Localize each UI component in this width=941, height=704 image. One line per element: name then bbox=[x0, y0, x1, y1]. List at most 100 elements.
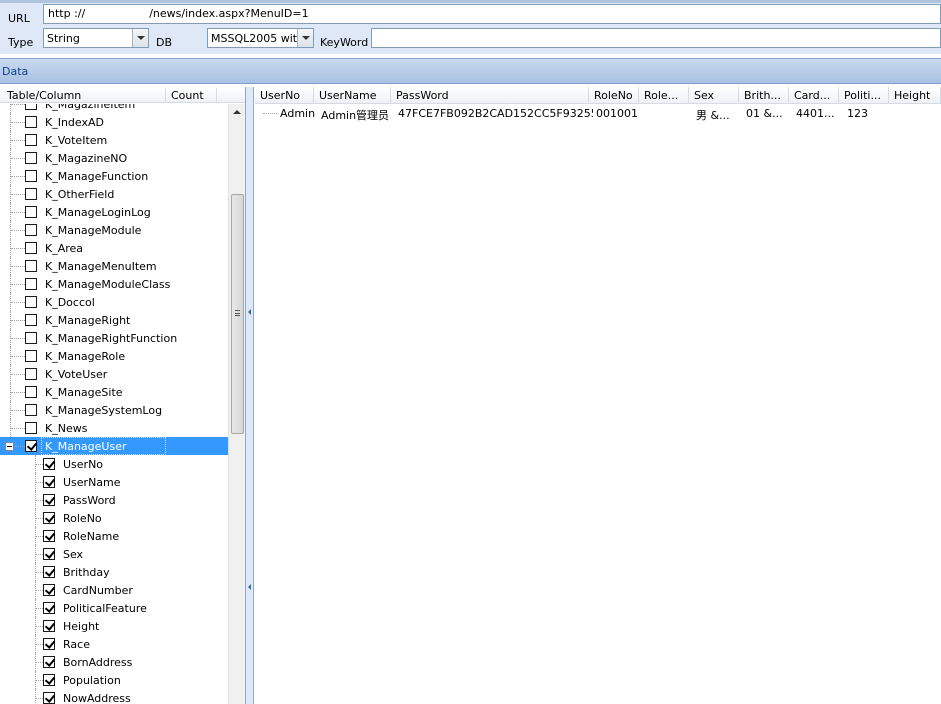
grid-cell[interactable]: 123 bbox=[847, 107, 892, 120]
tree-column-row[interactable]: Population bbox=[0, 671, 228, 689]
tree-table-row[interactable]: K_ManageFunction bbox=[0, 167, 228, 185]
column-checkbox[interactable] bbox=[43, 656, 55, 668]
table-checkbox[interactable] bbox=[25, 314, 37, 326]
column-checkbox[interactable] bbox=[43, 692, 55, 704]
tree-table-row[interactable]: K_ManageRight bbox=[0, 311, 228, 329]
scroll-thumb[interactable] bbox=[231, 194, 244, 434]
panel-splitter[interactable] bbox=[246, 87, 254, 704]
column-checkbox[interactable] bbox=[43, 584, 55, 596]
tree-column-row[interactable]: Race bbox=[0, 635, 228, 653]
tree-column-row[interactable]: RoleNo bbox=[0, 509, 228, 527]
table-checkbox[interactable] bbox=[25, 386, 37, 398]
db-select[interactable]: MSSQL2005 with I bbox=[207, 28, 314, 48]
column-checkbox[interactable] bbox=[43, 530, 55, 542]
table-checkbox[interactable] bbox=[25, 152, 37, 164]
tree-column-row[interactable]: CardNumber bbox=[0, 581, 228, 599]
tree-table-row[interactable]: K_Area bbox=[0, 239, 228, 257]
column-checkbox[interactable] bbox=[43, 674, 55, 686]
grid-cell[interactable]: 4401... bbox=[796, 107, 841, 120]
grid-column-header[interactable]: RoleNo bbox=[589, 87, 639, 104]
grid-column-header[interactable]: Brith... bbox=[739, 87, 789, 104]
tree-column-row[interactable]: BornAddress bbox=[0, 653, 228, 671]
column-checkbox[interactable] bbox=[43, 494, 55, 506]
tree-column-row[interactable]: Height bbox=[0, 617, 228, 635]
table-checkbox[interactable] bbox=[25, 368, 37, 380]
tree-table-row[interactable]: K_ManageSite bbox=[0, 383, 228, 401]
tree-table-row[interactable]: K_ManageModuleClass bbox=[0, 275, 228, 293]
table-checkbox[interactable] bbox=[25, 440, 37, 452]
column-checkbox[interactable] bbox=[43, 638, 55, 650]
tree-table-row[interactable]: K_ManageRightFunction bbox=[0, 329, 228, 347]
tree-table-row[interactable]: K_ManageUser bbox=[0, 437, 228, 455]
tree-table-row[interactable]: K_OtherField bbox=[0, 185, 228, 203]
table-checkbox[interactable] bbox=[25, 206, 37, 218]
grid-cell[interactable]: 01 &... bbox=[746, 107, 791, 120]
grid-column-header[interactable]: Role... bbox=[639, 87, 689, 104]
table-checkbox[interactable] bbox=[25, 134, 37, 146]
grid-column-header[interactable]: Politi... bbox=[839, 87, 889, 104]
tree-table-row[interactable]: K_MagazineNO bbox=[0, 149, 228, 167]
tree-table-row[interactable]: K_Doccol bbox=[0, 293, 228, 311]
tree-table-row[interactable]: K_News bbox=[0, 419, 228, 437]
scroll-up-icon[interactable] bbox=[233, 110, 241, 114]
type-select[interactable]: String bbox=[43, 28, 149, 48]
column-checkbox[interactable] bbox=[43, 512, 55, 524]
grid-cell[interactable]: 47FCE7FB092B2CAD152CC5F9325562 bbox=[398, 107, 593, 120]
table-checkbox[interactable] bbox=[25, 116, 37, 128]
table-checkbox[interactable] bbox=[25, 350, 37, 362]
tree-table-row[interactable]: K_MagazineItem bbox=[0, 104, 228, 113]
column-checkbox[interactable] bbox=[43, 620, 55, 632]
tree-table-row[interactable]: K_ManageModule bbox=[0, 221, 228, 239]
column-checkbox[interactable] bbox=[43, 476, 55, 488]
tree-column-row[interactable]: PassWord bbox=[0, 491, 228, 509]
column-checkbox[interactable] bbox=[43, 548, 55, 560]
grid-column-header[interactable]: PassWord bbox=[391, 87, 589, 104]
grid-column-header[interactable]: UserNo bbox=[255, 87, 314, 104]
grid-column-header[interactable]: UserName bbox=[314, 87, 391, 104]
column-checkbox[interactable] bbox=[43, 566, 55, 578]
grid-column-header[interactable]: Height bbox=[889, 87, 941, 104]
table-checkbox[interactable] bbox=[25, 260, 37, 272]
table-checkbox[interactable] bbox=[25, 278, 37, 290]
table-checkbox[interactable] bbox=[25, 332, 37, 344]
grid-cell[interactable]: Admin管理员 bbox=[321, 107, 391, 123]
grid-column-header[interactable]: Card... bbox=[789, 87, 839, 104]
tree-table-row[interactable]: K_VoteItem bbox=[0, 131, 228, 149]
tree-column-row[interactable]: NowAddress bbox=[0, 689, 228, 704]
keyword-input[interactable] bbox=[371, 28, 941, 48]
col-count[interactable]: Count bbox=[171, 89, 204, 102]
collapse-left-icon[interactable] bbox=[248, 584, 251, 590]
table-checkbox[interactable] bbox=[25, 104, 37, 110]
tree-table-row[interactable]: K_ManageMenuItem bbox=[0, 257, 228, 275]
type-dropdown-button[interactable] bbox=[132, 29, 148, 47]
table-checkbox[interactable] bbox=[25, 404, 37, 416]
tree-table-row[interactable]: K_ManageRole bbox=[0, 347, 228, 365]
collapse-left-icon[interactable] bbox=[248, 309, 251, 315]
tree-column-row[interactable]: PoliticalFeature bbox=[0, 599, 228, 617]
tree-column-row[interactable]: RoleName bbox=[0, 527, 228, 545]
tree-table-row[interactable]: K_VoteUser bbox=[0, 365, 228, 383]
url-input[interactable]: http :// /news/index.aspx?MenuID=1 bbox=[43, 4, 941, 24]
column-checkbox[interactable] bbox=[43, 458, 55, 470]
tree-table-row[interactable]: K_IndexAD bbox=[0, 113, 228, 131]
table-checkbox[interactable] bbox=[25, 242, 37, 254]
tree-scrollbar[interactable] bbox=[228, 104, 245, 704]
table-checkbox[interactable] bbox=[25, 188, 37, 200]
column-checkbox[interactable] bbox=[43, 602, 55, 614]
grid-cell[interactable]: 男 &... bbox=[696, 107, 741, 123]
collapse-icon[interactable] bbox=[5, 442, 14, 451]
table-checkbox[interactable] bbox=[25, 170, 37, 182]
grid-cell[interactable]: 001001 bbox=[596, 107, 641, 120]
tree-column-row[interactable]: Sex bbox=[0, 545, 228, 563]
tree-column-row[interactable]: UserNo bbox=[0, 455, 228, 473]
tree-table-row[interactable]: K_ManageLoginLog bbox=[0, 203, 228, 221]
tree-column-row[interactable]: UserName bbox=[0, 473, 228, 491]
db-dropdown-button[interactable] bbox=[297, 29, 313, 47]
table-checkbox[interactable] bbox=[25, 296, 37, 308]
col-table-column[interactable]: Table/Column bbox=[7, 89, 81, 102]
tree-column-row[interactable]: Brithday bbox=[0, 563, 228, 581]
table-checkbox[interactable] bbox=[25, 422, 37, 434]
tree-table-row[interactable]: K_ManageSystemLog bbox=[0, 401, 228, 419]
grid-column-header[interactable]: Sex bbox=[689, 87, 739, 104]
grid-cell[interactable]: Admin bbox=[280, 107, 315, 120]
